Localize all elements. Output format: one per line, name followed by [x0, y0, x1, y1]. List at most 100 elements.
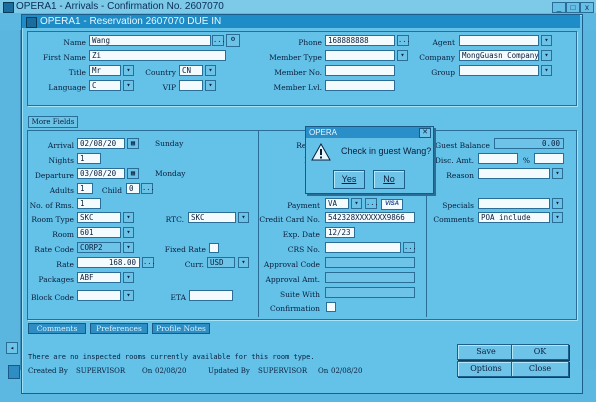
payment-label: Payment — [287, 201, 320, 210]
room-type-input[interactable]: SKC — [77, 212, 121, 223]
phone-lookup-button[interactable]: ... — [397, 35, 411, 46]
comments-dropdown-icon[interactable]: ▾ — [552, 212, 563, 223]
agent-dropdown-icon[interactable]: ▾ — [541, 35, 552, 46]
tab-profile-notes[interactable]: Profile Notes — [152, 323, 210, 334]
group-input[interactable] — [459, 65, 539, 76]
curr-label: Curr. — [184, 260, 204, 269]
percent-label: % — [522, 156, 530, 165]
curr-input[interactable]: USD — [207, 257, 235, 268]
specials-input[interactable] — [478, 198, 550, 209]
vip-dropdown-icon[interactable]: ▾ — [205, 80, 216, 91]
disc-amt-input[interactable] — [478, 153, 518, 164]
reason-input[interactable] — [478, 168, 550, 179]
eta-label: ETA — [170, 293, 186, 302]
nights-input[interactable]: 1 — [77, 153, 101, 164]
title-input[interactable]: Mr — [89, 65, 121, 76]
room-input[interactable]: 601 — [77, 227, 121, 238]
departure-calendar-icon[interactable]: ▦ — [127, 168, 139, 179]
reservation-title-bar[interactable]: OPERA1 - Reservation 2607070 DUE IN — [22, 15, 580, 28]
rate-code-input[interactable]: CORP2 — [77, 242, 121, 253]
specials-label: Specials — [442, 201, 474, 210]
block-code-input[interactable] — [77, 290, 121, 301]
adults-input[interactable]: 1 — [77, 183, 93, 194]
tab-preferences[interactable]: Preferences — [90, 323, 148, 334]
company-dropdown-icon[interactable]: ▾ — [541, 50, 552, 61]
rate-lookup-button[interactable]: ... — [142, 257, 156, 268]
member-lvl-input[interactable] — [325, 80, 395, 91]
rate-input[interactable]: 168.00 — [77, 257, 140, 268]
tab-comments[interactable]: Comments — [28, 323, 86, 334]
dialog-close-icon[interactable]: ✕ — [419, 128, 431, 138]
packages-input[interactable]: ABF — [77, 272, 121, 283]
dialog-title-bar[interactable]: OPERA ✕ — [306, 127, 431, 138]
dialog-yes-button[interactable]: Yes — [333, 170, 365, 189]
more-fields-button[interactable]: More Fields — [28, 116, 78, 128]
group-dropdown-icon[interactable]: ▾ — [541, 65, 552, 76]
language-label: Language — [48, 83, 86, 92]
outer-close-button[interactable]: x — [580, 2, 594, 13]
title-dropdown-icon[interactable]: ▾ — [123, 65, 134, 76]
specials-dropdown-icon[interactable]: ▾ — [552, 198, 563, 209]
disc-percent-input[interactable] — [534, 153, 564, 164]
member-type-dropdown-icon[interactable]: ▾ — [397, 50, 408, 61]
name-lookup-button[interactable]: ... — [212, 35, 226, 46]
member-no-input[interactable] — [325, 65, 395, 76]
credit-card-input[interactable]: 542328XXXXXXX9866 — [325, 212, 415, 223]
packages-dropdown-icon[interactable]: ▾ — [123, 272, 134, 283]
rate-code-dropdown-icon[interactable]: ▾ — [123, 242, 134, 253]
rtc-input[interactable]: SKC — [188, 212, 236, 223]
block-code-dropdown-icon[interactable]: ▾ — [123, 290, 134, 301]
payment-dropdown-icon[interactable]: ▾ — [351, 198, 362, 209]
crs-no-input[interactable] — [325, 242, 401, 253]
language-input[interactable]: C — [89, 80, 121, 91]
eta-input[interactable] — [189, 290, 233, 301]
close-button[interactable]: Close — [511, 361, 569, 377]
room-dropdown-icon[interactable]: ▾ — [123, 227, 134, 238]
save-button[interactable]: Save — [457, 344, 515, 360]
options-button[interactable]: Options — [457, 361, 515, 377]
member-type-input[interactable] — [325, 50, 395, 61]
company-input[interactable]: MongGuasn Company — [459, 50, 539, 61]
child-input[interactable]: 0 — [126, 183, 140, 194]
rate-label: Rate — [56, 260, 74, 269]
ok-button[interactable]: OK — [511, 344, 569, 360]
language-dropdown-icon[interactable]: ▾ — [123, 80, 134, 91]
outer-window-title: OPERA1 - Arrivals - Confirmation No. 260… — [16, 1, 224, 12]
approval-code-input — [325, 257, 415, 268]
payment-lookup-button[interactable]: ... — [365, 198, 379, 209]
fixed-rate-checkbox[interactable] — [209, 243, 219, 253]
crs-no-label: CRS No. — [287, 245, 320, 254]
profile-icon[interactable]: ⚙ — [226, 34, 240, 47]
curr-dropdown-icon[interactable]: ▾ — [238, 257, 249, 268]
payment-input[interactable]: VA — [325, 198, 349, 209]
country-dropdown-icon[interactable]: ▾ — [205, 65, 216, 76]
exp-date-input[interactable]: 12/23 — [325, 227, 355, 238]
departure-input[interactable]: 03/08/20 — [77, 168, 125, 179]
name-input[interactable]: Wang — [89, 35, 211, 46]
confirmation-checkbox[interactable] — [326, 302, 336, 312]
reason-label: Reason — [446, 171, 474, 180]
arrival-input[interactable]: 02/08/20 — [77, 138, 125, 149]
phone-input[interactable]: 168888888 — [325, 35, 395, 46]
crs-lookup-button[interactable]: ... — [403, 242, 417, 253]
agent-input[interactable] — [459, 35, 539, 46]
vip-input[interactable] — [179, 80, 203, 91]
fixed-rate-label: Fixed Rate — [164, 245, 206, 254]
first-name-input[interactable]: Zi — [89, 50, 226, 61]
minimize-button[interactable]: _ — [552, 2, 566, 13]
scroll-left-icon[interactable]: ◂ — [6, 342, 18, 354]
rtc-dropdown-icon[interactable]: ▾ — [238, 212, 249, 223]
company-label: Company — [419, 53, 455, 62]
maximize-button[interactable]: □ — [566, 2, 580, 13]
outer-title-bar[interactable]: OPERA1 - Arrivals - Confirmation No. 260… — [0, 0, 596, 13]
country-input[interactable]: CN — [179, 65, 203, 76]
no-rms-input[interactable]: 1 — [77, 198, 101, 209]
comments-input[interactable]: POA include — [478, 212, 550, 223]
room-type-dropdown-icon[interactable]: ▾ — [123, 212, 134, 223]
dialog-no-button[interactable]: No — [373, 170, 405, 189]
reason-dropdown-icon[interactable]: ▾ — [552, 168, 563, 179]
first-name-label: First Name — [42, 53, 86, 62]
arrival-calendar-icon[interactable]: ▦ — [127, 138, 139, 149]
child-lookup-button[interactable]: ... — [141, 183, 155, 194]
credit-card-label: Credit Card No. — [259, 215, 320, 224]
